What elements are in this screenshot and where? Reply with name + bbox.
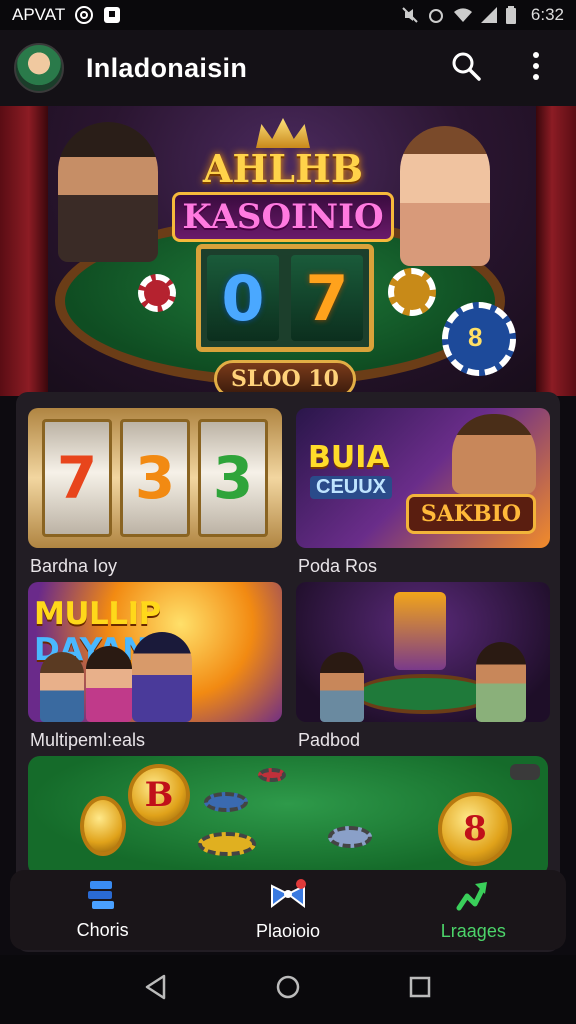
dealer-woman-image [400, 126, 490, 266]
game-label[interactable]: Multipeml:eals [30, 730, 145, 751]
back-button[interactable] [136, 970, 176, 1010]
nav-label: Plaoioio [255, 921, 320, 941]
game-label[interactable]: Padbod [298, 730, 360, 751]
nav-item-lraages[interactable]: Lraages [398, 878, 548, 942]
search-icon [450, 50, 482, 87]
banner-badge [510, 764, 540, 780]
player-image [40, 652, 84, 722]
game-label[interactable]: Bardna Ioy [30, 556, 117, 577]
more-options-button[interactable] [518, 50, 554, 86]
chip-stack-icon [198, 832, 256, 856]
game-tile-multiplayer[interactable]: MULLIP DAYAN [28, 582, 282, 722]
logo-title-bottom: KASOINIO [172, 192, 394, 242]
casino-table-image [354, 674, 494, 714]
logo-title-top: AHLHB [202, 146, 364, 191]
stack-icon [86, 879, 120, 916]
home-button[interactable] [268, 970, 308, 1010]
bottom-navigation: Choris Plaoioio Lraages [10, 870, 566, 950]
status-right: 6:32 [401, 5, 564, 25]
app-title: Inladonaisin [86, 52, 248, 83]
chip-gold-icon [388, 268, 436, 316]
coin-icon [80, 796, 126, 856]
chip-stack-icon [258, 768, 286, 782]
app-bar: Inladonaisin [0, 30, 576, 106]
search-button[interactable] [448, 50, 484, 86]
game-title-part-a: MULLIP [34, 596, 161, 632]
reel-symbol: 3 [120, 419, 190, 537]
player-image [476, 642, 526, 722]
status-bar: APVAT 6:32 [0, 0, 576, 30]
home-circle-icon [275, 974, 301, 1005]
chip-stack-icon [204, 792, 248, 812]
game-tile-reels[interactable]: 7 3 3 [28, 408, 282, 548]
curtain-left [0, 106, 48, 396]
avatar[interactable] [14, 43, 64, 93]
share-arrow-icon [455, 878, 491, 917]
curtain-right [536, 106, 576, 396]
back-triangle-icon [144, 974, 168, 1005]
game-label[interactable]: Poda Ros [298, 556, 377, 577]
reel-symbol: 3 [198, 419, 268, 537]
coin-icon: 8 [438, 792, 512, 866]
app-actions [448, 50, 562, 86]
reel-digit: 0 [207, 255, 279, 341]
game-subtitle: CEUUX [310, 476, 393, 499]
reel-symbol: 7 [42, 419, 112, 537]
recents-button[interactable] [400, 970, 440, 1010]
slot-machine-image [394, 592, 446, 670]
game-tile-casino-room[interactable] [296, 582, 550, 722]
mute-icon [401, 6, 419, 24]
clock-text: 6:32 [530, 5, 564, 24]
chip-stack-icon [328, 826, 372, 848]
crown-icon [256, 118, 310, 148]
system-navigation-bar [0, 955, 576, 1024]
wifi-icon [453, 6, 472, 24]
bowtie-icon [268, 878, 308, 917]
dealer-man-image [58, 122, 158, 262]
more-vert-icon [531, 51, 541, 86]
carrier-text: APVAT [12, 5, 66, 24]
slot-badge: SLOO 10 [214, 360, 356, 396]
promo-banner[interactable]: B 8 [28, 756, 548, 876]
notification-box-icon [103, 6, 121, 24]
coin-icon: B [128, 764, 190, 826]
nav-label: Choris [76, 920, 129, 940]
nav-item-plaoioio[interactable]: Plaoioio [213, 878, 363, 942]
casino-logo: AHLHB KASOINIO 0 7 SLOO 10 [172, 118, 394, 396]
recents-square-icon [409, 976, 431, 1003]
slot-reels: 0 7 [196, 244, 374, 352]
battery-icon [505, 6, 523, 24]
reel-digit: 7 [291, 255, 363, 341]
chip-number: 8 [468, 322, 483, 352]
player-image [86, 646, 132, 722]
chip-red-icon [138, 274, 176, 312]
game-title: BUIA [308, 440, 390, 475]
at-icon [75, 6, 94, 24]
pirate-character-image [452, 414, 536, 494]
signal-icon [479, 6, 497, 24]
game-tile-pirate[interactable]: BUIA CEUUX SAKBIO [296, 408, 550, 548]
nav-label: Lraages [440, 921, 506, 941]
hero-banner[interactable]: 8 AHLHB KASOINIO 0 7 SLOO 10 [0, 106, 576, 396]
game-badge: SAKBIO [406, 494, 536, 534]
status-left: APVAT [12, 5, 121, 25]
player-image [132, 632, 192, 722]
alarm-icon [427, 6, 445, 24]
player-image [320, 652, 364, 722]
nav-item-choris[interactable]: Choris [28, 879, 178, 941]
